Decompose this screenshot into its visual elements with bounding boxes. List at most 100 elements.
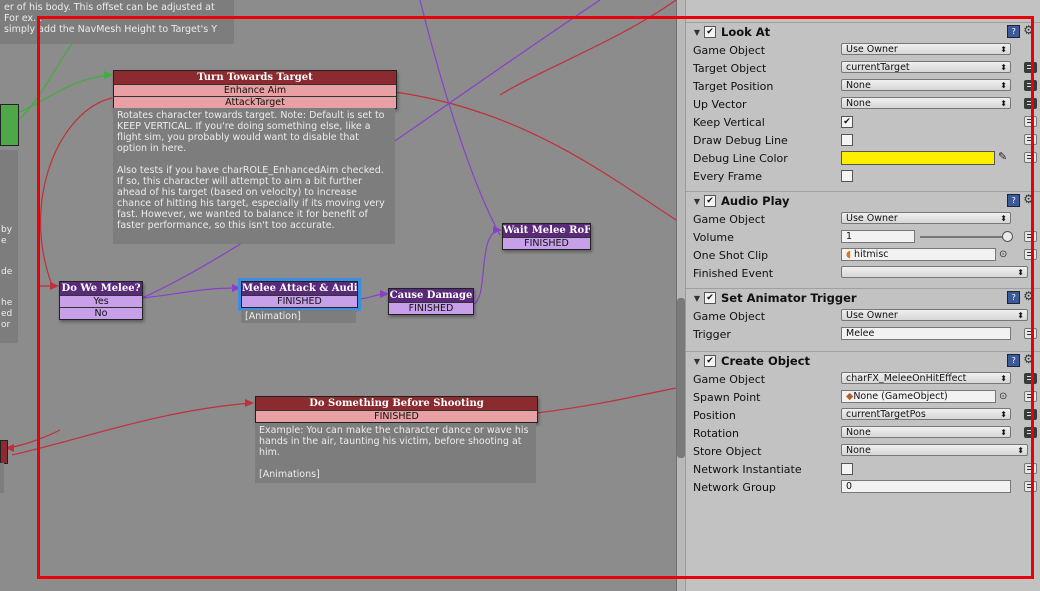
panel-splitter[interactable]: [676, 0, 686, 591]
field-label: Game Object: [693, 373, 766, 386]
left-comment-fragment: de: [1, 267, 13, 277]
left-partial-state[interactable]: [0, 104, 19, 146]
action-audio-play: ▼ ✔ Audio Play ? ⚙ Game Object Use Owner…: [686, 191, 1040, 282]
graph-scrollbar[interactable]: [677, 298, 685, 458]
fsm-graph-view[interactable]: er of his body. This offset can be adjus…: [0, 0, 676, 591]
action-enabled-checkbox[interactable]: ✔: [704, 292, 716, 304]
variable-toggle-button[interactable]: [1024, 231, 1037, 242]
trigger-input[interactable]: Melee: [841, 327, 1011, 340]
left-comment-fragment: by: [1, 225, 13, 235]
target-position-dropdown[interactable]: None ⬍: [841, 79, 1011, 91]
state-title: Cause Damage: [389, 289, 473, 302]
fold-arrow-icon[interactable]: ▼: [690, 294, 704, 303]
state-melee-attack-audio[interactable]: Melee Attack & Audio FINISHED: [238, 278, 361, 311]
variable-toggle-button[interactable]: [1024, 463, 1037, 474]
help-icon[interactable]: ?: [1007, 25, 1021, 38]
field-label: Spawn Point: [693, 391, 761, 404]
object-picker-icon[interactable]: ⊙: [999, 249, 1007, 260]
fold-arrow-icon[interactable]: ▼: [690, 357, 704, 366]
state-cause-damage[interactable]: Cause Damage FINISHED: [388, 288, 474, 315]
state-do-we-melee[interactable]: Do We Melee? Yes No: [59, 281, 143, 320]
object-picker-icon[interactable]: ⊙: [999, 391, 1007, 402]
variable-toggle-button[interactable]: [1024, 249, 1037, 260]
variable-toggle-button[interactable]: [1024, 134, 1037, 145]
action-enabled-checkbox[interactable]: ✔: [704, 355, 716, 367]
store-object-dropdown[interactable]: None ⬍: [841, 444, 1028, 456]
action-header[interactable]: ▼ ✔ Audio Play ? ⚙: [686, 191, 1040, 210]
transition-finished[interactable]: FINISHED: [256, 410, 537, 422]
finished-event-dropdown[interactable]: ⬍: [841, 266, 1028, 278]
field-label: Volume: [693, 231, 734, 244]
state-title: Turn Towards Target: [114, 71, 396, 84]
variable-toggle-button[interactable]: [1024, 391, 1037, 402]
gear-icon[interactable]: ⚙: [1023, 24, 1034, 38]
variable-toggle-button[interactable]: [1024, 427, 1037, 438]
action-inspector: ▼ ✔ Look At ? ⚙ Game Object Use Owner ⬍ T…: [686, 0, 1040, 591]
action-header[interactable]: ▼ ✔ Set Animator Trigger ? ⚙: [686, 288, 1040, 307]
game-object-dropdown[interactable]: Use Owner ⬍: [841, 43, 1011, 55]
transition-enhance-aim[interactable]: Enhance Aim: [114, 84, 396, 96]
variable-toggle-button[interactable]: [1024, 409, 1037, 420]
transition-finished[interactable]: FINISHED: [389, 302, 473, 314]
transition-finished[interactable]: FINISHED: [242, 295, 357, 307]
action-title: Look At: [721, 25, 771, 39]
transition-yes[interactable]: Yes: [60, 295, 142, 307]
variable-toggle-button[interactable]: [1024, 152, 1037, 163]
state-turn-towards-target[interactable]: Turn Towards Target Enhance Aim AttackTa…: [113, 70, 397, 109]
turn-towards-comment: Rotates character towards target. Note: …: [113, 108, 395, 244]
state-do-something-before-shooting[interactable]: Do Something Before Shooting FINISHED: [255, 396, 538, 423]
transition-attack-target[interactable]: AttackTarget: [114, 96, 396, 108]
draw-debug-line-checkbox[interactable]: [841, 134, 853, 146]
keep-vertical-checkbox[interactable]: ✔: [841, 116, 853, 128]
game-object-dropdown[interactable]: Use Owner ⬍: [841, 309, 1028, 321]
volume-slider-handle[interactable]: [1002, 231, 1013, 242]
every-frame-checkbox[interactable]: [841, 170, 853, 182]
network-group-input[interactable]: 0: [841, 480, 1011, 493]
help-icon[interactable]: ?: [1007, 354, 1021, 367]
do-something-comment: Example: You can make the character danc…: [255, 423, 536, 483]
game-object-dropdown[interactable]: Use Owner ⬍: [841, 212, 1011, 224]
target-object-dropdown[interactable]: currentTarget ⬍: [841, 61, 1011, 73]
transition-no[interactable]: No: [60, 307, 142, 319]
game-object-dropdown[interactable]: charFX_MeleeOnHitEffect ⬍: [841, 372, 1011, 384]
help-icon[interactable]: ?: [1007, 291, 1021, 304]
eyedropper-icon[interactable]: ✎: [998, 150, 1007, 163]
action-enabled-checkbox[interactable]: ✔: [704, 26, 716, 38]
rotation-dropdown[interactable]: None ⬍: [841, 426, 1011, 438]
state-wait-melee-rof[interactable]: Wait Melee RoF FINISHED: [502, 223, 591, 250]
action-set-animator-trigger: ▼ ✔ Set Animator Trigger ? ⚙ Game Object…: [686, 288, 1040, 343]
gear-icon[interactable]: ⚙: [1023, 290, 1034, 304]
position-dropdown[interactable]: currentTargetPos ⬍: [841, 408, 1011, 420]
variable-toggle-button[interactable]: [1024, 80, 1037, 91]
gear-icon[interactable]: ⚙: [1023, 353, 1034, 367]
action-header[interactable]: ▼ ✔ Look At ? ⚙: [686, 22, 1040, 41]
variable-toggle-button[interactable]: [1024, 328, 1037, 339]
debug-line-color-swatch[interactable]: [841, 151, 995, 165]
network-instantiate-checkbox[interactable]: [841, 463, 853, 475]
left-partial-state-bottom[interactable]: [0, 440, 8, 464]
action-header[interactable]: ▼ ✔ Create Object ? ⚙: [686, 351, 1040, 370]
fold-arrow-icon[interactable]: ▼: [690, 197, 704, 206]
gear-icon[interactable]: ⚙: [1023, 193, 1034, 207]
transition-finished[interactable]: FINISHED: [503, 237, 590, 249]
one-shot-clip-field[interactable]: ◖ hitmisc: [841, 248, 996, 261]
field-label: Game Object: [693, 310, 766, 323]
melee-attack-comment: [Animation]: [241, 310, 356, 323]
variable-toggle-button[interactable]: [1024, 116, 1037, 127]
variable-toggle-button[interactable]: [1024, 373, 1037, 384]
field-label: Target Position: [693, 80, 774, 93]
field-label: Game Object: [693, 213, 766, 226]
spawn-point-field[interactable]: ◆None (GameObject): [841, 390, 996, 403]
up-vector-dropdown[interactable]: None ⬍: [841, 97, 1011, 109]
help-icon[interactable]: ?: [1007, 194, 1021, 207]
action-enabled-checkbox[interactable]: ✔: [704, 195, 716, 207]
left-comment-fragment: or: [1, 320, 11, 330]
variable-toggle-button[interactable]: [1024, 62, 1037, 73]
variable-toggle-button[interactable]: [1024, 481, 1037, 492]
left-partial-comment-bottom: [0, 463, 4, 493]
left-comment-fragment: ed: [1, 309, 13, 319]
volume-input[interactable]: 1: [841, 230, 915, 243]
variable-toggle-button[interactable]: [1024, 98, 1037, 109]
fold-arrow-icon[interactable]: ▼: [690, 28, 704, 37]
volume-slider-track[interactable]: [920, 236, 1006, 238]
